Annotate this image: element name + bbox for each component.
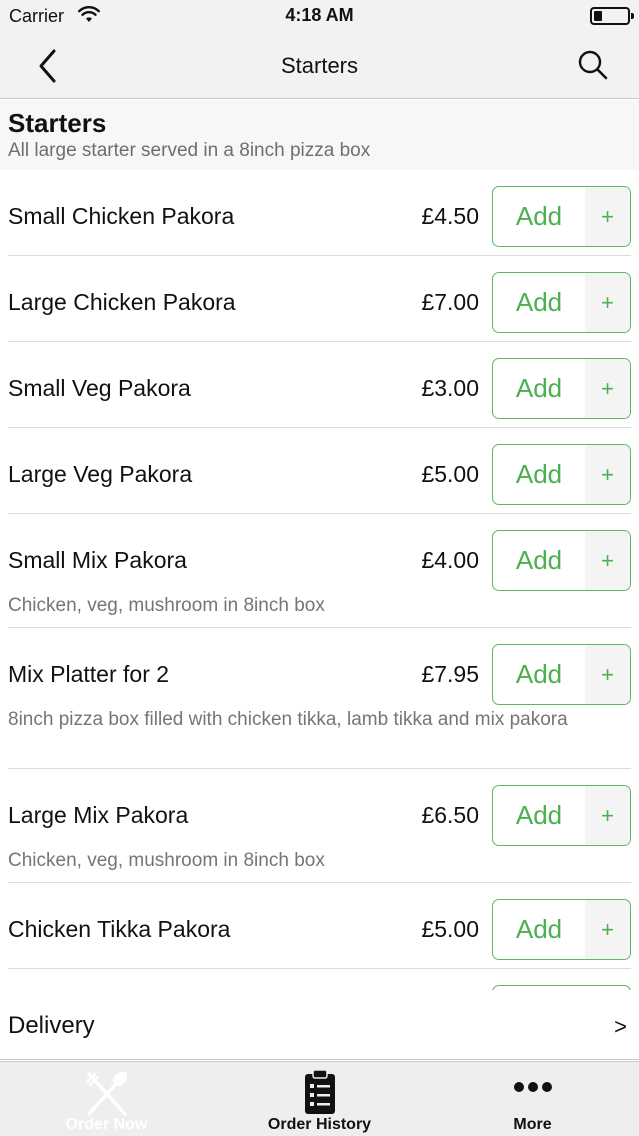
add-label: Add xyxy=(515,914,563,944)
search-icon[interactable] xyxy=(573,46,613,86)
add-button[interactable]: Add + xyxy=(492,272,631,333)
plus-icon: + xyxy=(585,273,630,332)
tab-more[interactable]: More xyxy=(426,1062,639,1136)
add-label: Add xyxy=(515,800,563,830)
add-button[interactable]: Add + xyxy=(492,899,631,960)
add-button[interactable]: Add + xyxy=(492,644,631,705)
section-header: Starters All large starter served in a 8… xyxy=(0,100,639,170)
add-button[interactable]: Add + xyxy=(492,358,631,419)
item-price: £5.00 xyxy=(421,916,479,942)
page-title: Starters xyxy=(280,53,359,78)
plus-icon: + xyxy=(585,187,630,246)
item-price: £7.95 xyxy=(421,661,479,687)
item-description: Chicken, veg, mushroom in 8inch box xyxy=(8,850,325,871)
plus-icon: + xyxy=(585,445,630,504)
item-description: Chicken, veg, mushroom in 8inch box xyxy=(8,595,325,616)
menu-item: Large Mix Pakora £6.50 Add + Chicken, ve… xyxy=(0,769,639,883)
section-subtitle: All large starter served in a 8inch pizz… xyxy=(8,140,371,161)
item-name: Small Veg Pakora xyxy=(8,375,191,401)
tab-label: Order History xyxy=(267,1116,372,1133)
item-name: Chicken Tikka Pakora xyxy=(8,916,231,942)
item-name: Large Chicken Pakora xyxy=(8,289,236,315)
tab-label: More xyxy=(513,1116,552,1133)
item-price: £6.50 xyxy=(421,802,479,828)
menu-item: Large Veg Pakora £5.00 Add + xyxy=(0,428,639,514)
add-label: Add xyxy=(515,201,563,231)
add-label: Add xyxy=(515,659,563,689)
menu-item: Small Chicken Pakora £4.50 Add + xyxy=(0,170,639,256)
menu-item-partial xyxy=(0,969,639,990)
item-price: £7.00 xyxy=(421,289,479,315)
add-label: Add xyxy=(515,287,563,317)
item-name: Mix Platter for 2 xyxy=(8,661,170,687)
add-button[interactable]: Add + xyxy=(492,186,631,247)
clipboard-list-icon xyxy=(302,1068,338,1121)
add-label: Add xyxy=(515,545,563,575)
add-button[interactable]: Add + xyxy=(492,444,631,505)
item-name: Small Mix Pakora xyxy=(8,547,187,573)
item-name: Large Veg Pakora xyxy=(8,461,193,487)
plus-icon: + xyxy=(585,359,630,418)
add-label: Add xyxy=(515,373,563,403)
more-dots-icon xyxy=(513,1080,553,1099)
delivery-label: Delivery xyxy=(8,1012,95,1039)
item-name: Large Mix Pakora xyxy=(8,802,189,828)
tab-order-now[interactable]: Order Now xyxy=(0,1062,213,1136)
clock: 4:18 AM xyxy=(285,5,354,25)
item-description: 8inch pizza box filled with chicken tikk… xyxy=(8,709,568,730)
item-price: £4.00 xyxy=(421,547,479,573)
status-bar: Carrier 4:18 AM xyxy=(0,0,639,32)
menu-list[interactable]: Small Chicken Pakora £4.50 Add + Large C… xyxy=(0,170,639,990)
item-price: £3.00 xyxy=(421,375,479,401)
chevron-right-icon: > xyxy=(614,1014,627,1039)
plus-icon: + xyxy=(585,645,630,704)
item-price: £5.00 xyxy=(421,461,479,487)
menu-item: Chicken Tikka Pakora £5.00 Add + xyxy=(0,883,639,969)
tab-order-history[interactable]: Order History xyxy=(213,1062,426,1136)
plus-icon: + xyxy=(585,531,630,590)
add-button[interactable]: Add + xyxy=(492,530,631,591)
menu-item: Small Veg Pakora £3.00 Add + xyxy=(0,342,639,428)
navigation-bar: Starters xyxy=(0,32,639,99)
plus-icon: + xyxy=(585,786,630,845)
menu-item: Large Chicken Pakora £7.00 Add + xyxy=(0,256,639,342)
delivery-row[interactable]: Delivery > xyxy=(0,990,639,1060)
menu-item: Mix Platter for 2 £7.95 Add + 8inch pizz… xyxy=(0,628,639,769)
tab-label: Order Now xyxy=(65,1116,148,1133)
plus-icon: + xyxy=(585,900,630,959)
add-label: Add xyxy=(515,459,563,489)
item-price: £4.50 xyxy=(421,203,479,229)
section-title: Starters xyxy=(8,108,107,138)
item-name: Small Chicken Pakora xyxy=(8,203,235,229)
tab-bar: Order Now Order History More xyxy=(0,1061,639,1136)
battery-icon xyxy=(590,7,634,25)
add-button[interactable]: Add + xyxy=(492,785,631,846)
menu-item: Small Mix Pakora £4.00 Add + Chicken, ve… xyxy=(0,514,639,628)
